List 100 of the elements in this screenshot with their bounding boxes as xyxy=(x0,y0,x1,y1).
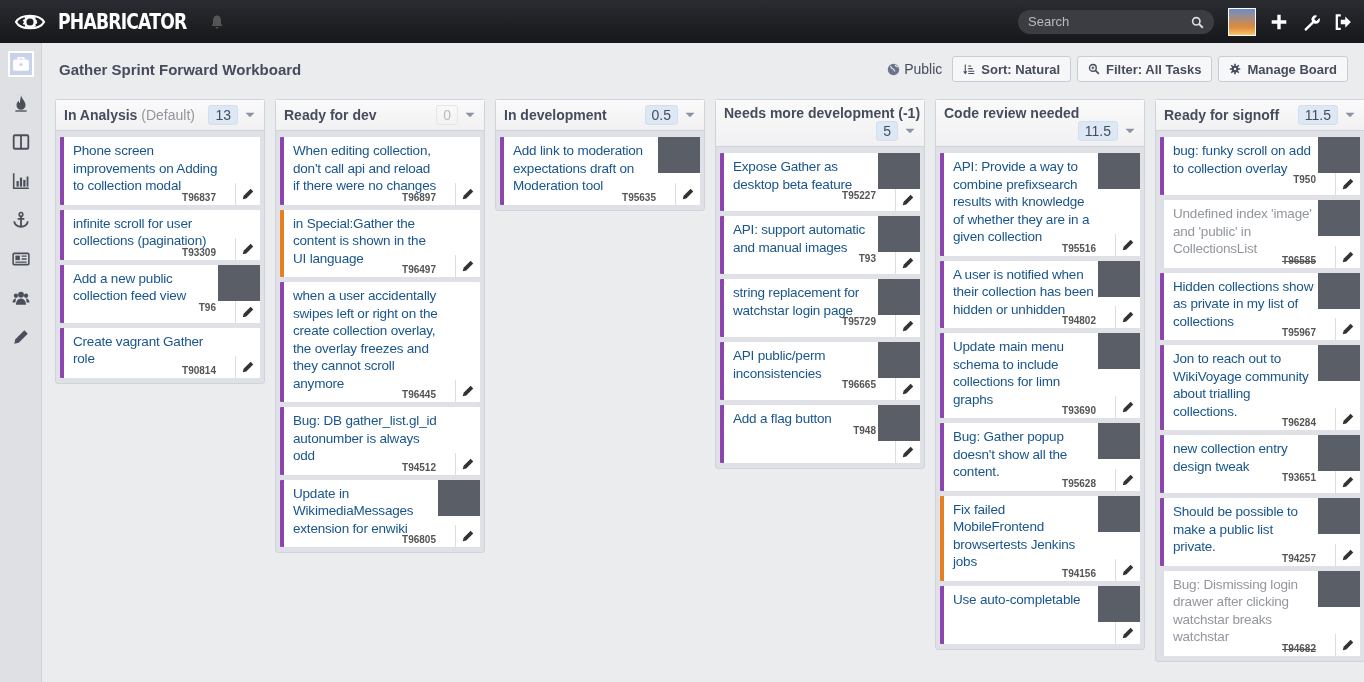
pencil-icon xyxy=(461,529,475,543)
task-id: T948 xyxy=(853,424,877,436)
task-card[interactable]: Phone screen improvements on Adding to collection modal T96837 xyxy=(60,137,260,205)
pencil-icon xyxy=(461,456,475,471)
user-avatar[interactable] xyxy=(1228,7,1256,36)
task-card[interactable]: Fix failed MobileFrontend browsertests Jenkins jobs T94156 xyxy=(940,495,1140,581)
task-id: T96665 xyxy=(842,379,877,390)
pencil-icon xyxy=(461,259,475,273)
task-card[interactable]: Should be possible to make a public list private. T94257 xyxy=(1160,498,1360,566)
pencil-icon xyxy=(1121,237,1135,252)
task-card[interactable]: new collection entry design tweak T93651 xyxy=(1160,435,1360,493)
task-id: T94512 xyxy=(402,461,437,473)
point-count: 11.5 xyxy=(1077,121,1118,141)
bar-chart-icon xyxy=(11,172,30,190)
settings-icon xyxy=(1229,63,1242,75)
logo-text[interactable]: PHABRICATOR xyxy=(58,9,187,34)
pencil-icon xyxy=(901,193,915,207)
logout-icon[interactable] xyxy=(1334,12,1352,31)
pencil-icon xyxy=(241,241,255,256)
pencil-icon xyxy=(1121,400,1135,414)
task-card[interactable]: when a user accidentally swipes left or right on the create collection overlay, the overlay freezes and they cannot scroll anymore T96445 xyxy=(280,282,480,402)
task-card[interactable]: in Special:Gather the content is shown in the UI language T96497 xyxy=(280,209,480,277)
column-title: In Analysis (Default) xyxy=(64,107,195,123)
pencil-icon xyxy=(1341,637,1355,652)
pencil-icon xyxy=(461,186,475,201)
pencil-icon xyxy=(1121,472,1135,487)
pencil-icon xyxy=(11,328,30,346)
task-card[interactable]: Bug: Gather popup doesn't show all the content. T95628 xyxy=(940,423,1140,491)
pencil-icon xyxy=(681,186,695,201)
task-card[interactable]: Bug: DB gather_list.gl_id autonumber is always odd T94512 xyxy=(280,407,480,475)
task-card[interactable]: Expose Gather as desktop beta feature T95227 xyxy=(720,153,920,211)
task-id: T96585 xyxy=(1282,254,1317,266)
pencil-icon xyxy=(1121,562,1135,577)
task-card[interactable]: Add a flag button T948 xyxy=(720,405,920,463)
pencil-icon xyxy=(1341,249,1355,264)
point-count: 0 xyxy=(436,105,458,125)
board-button[interactable]: Sort: Natural xyxy=(952,56,1072,82)
task-card[interactable]: API: support automatic and manual images T93 xyxy=(720,216,920,274)
task-card[interactable]: Update main menu schema to include collections for limn graphs T93690 xyxy=(940,333,1140,418)
task-card[interactable]: Add a new public collection feed view T96 xyxy=(60,264,260,323)
zoom-in-icon xyxy=(1088,63,1101,75)
task-card[interactable]: string replacement for watchstar login page T95729 xyxy=(720,279,920,337)
task-id: T94257 xyxy=(1282,552,1317,564)
column-title: Needs more development (-1) xyxy=(724,105,921,121)
task-id: T96497 xyxy=(402,264,437,275)
pencil-icon xyxy=(1121,310,1135,324)
task-card[interactable]: Jon to reach out to WikiVoyage community about trialling collections. T96284 xyxy=(1160,345,1360,430)
briefcase-icon xyxy=(11,55,30,73)
task-id: T95227 xyxy=(842,190,877,201)
task-card[interactable]: infinite scroll for user collections (pagination) T93309 xyxy=(60,209,260,260)
task-card[interactable]: Create vagrant Gather role T90814 xyxy=(60,327,260,378)
task-id: T96837 xyxy=(182,191,217,203)
pencil-icon xyxy=(1121,625,1135,640)
task-id: T93651 xyxy=(1282,472,1317,483)
task-id: T96805 xyxy=(402,534,437,545)
pencil-icon xyxy=(1341,177,1355,191)
sort-icon xyxy=(963,63,976,75)
board-title: Gather Sprint Forward Workboard xyxy=(59,60,302,78)
task-id: T94682 xyxy=(1282,642,1317,654)
task-id: T96445 xyxy=(402,389,437,400)
pencil-icon xyxy=(901,256,915,270)
search-icon[interactable] xyxy=(1191,15,1204,29)
task-card[interactable]: A user is notified when their collection has been hidden or unhidden T94802 xyxy=(940,260,1140,328)
task-card[interactable]: Use auto-completable xyxy=(940,585,1140,644)
task-id: T95628 xyxy=(1062,477,1097,489)
task-card[interactable]: bug: funky scroll on add to collection overlay T950 xyxy=(1160,137,1360,195)
pencil-icon xyxy=(901,445,915,459)
task-id: T94802 xyxy=(1062,315,1097,326)
search-field[interactable]: Search xyxy=(1018,9,1214,34)
board-button[interactable]: Filter: All Tasks xyxy=(1077,56,1213,82)
point-count: 11.5 xyxy=(1297,105,1338,125)
task-card[interactable]: API: Provide a way to combine prefixsearch results with knowledge of whether they are in a given collection T95516 xyxy=(940,153,1140,256)
task-card[interactable]: Update in WikimediaMessages extension for enwiki T96805 xyxy=(280,479,480,547)
pencil-icon xyxy=(241,304,255,319)
newspaper-icon xyxy=(11,250,30,268)
board-button[interactable]: Manage Board xyxy=(1218,56,1348,82)
point-count: 5 xyxy=(876,121,898,141)
globe-icon xyxy=(887,62,901,76)
pencil-icon xyxy=(241,186,255,201)
plus-icon[interactable] xyxy=(1270,12,1288,31)
pencil-icon xyxy=(1341,475,1355,489)
task-title[interactable]: Use auto-completable xyxy=(953,590,1098,608)
task-id: T95635 xyxy=(622,191,657,203)
pencil-icon xyxy=(241,359,255,374)
column-title: Ready for signoff xyxy=(1164,107,1280,123)
task-id: T95729 xyxy=(842,316,877,327)
point-count: 13 xyxy=(208,105,238,125)
task-id: T95967 xyxy=(1282,327,1317,338)
task-card[interactable]: Add link to moderation expectations draft on Moderation tool T95635 xyxy=(500,137,700,205)
task-id: T90814 xyxy=(182,364,217,376)
task-id: T96284 xyxy=(1282,417,1317,428)
pencil-icon xyxy=(1341,547,1355,562)
task-id: T93309 xyxy=(182,246,217,258)
task-card[interactable]: Hidden collections show as private in my list of collections T95967 xyxy=(1160,272,1360,340)
pencil-icon xyxy=(461,384,475,398)
column-title: Code review needed xyxy=(944,105,1080,121)
wrench-icon[interactable] xyxy=(1302,12,1320,31)
task-card[interactable]: API public/perm inconsistencies T96665 xyxy=(720,342,920,400)
point-count: 0.5 xyxy=(644,105,678,125)
task-card[interactable]: When editing collection, don't call api and reload if there were no changes T96897 xyxy=(280,137,480,205)
